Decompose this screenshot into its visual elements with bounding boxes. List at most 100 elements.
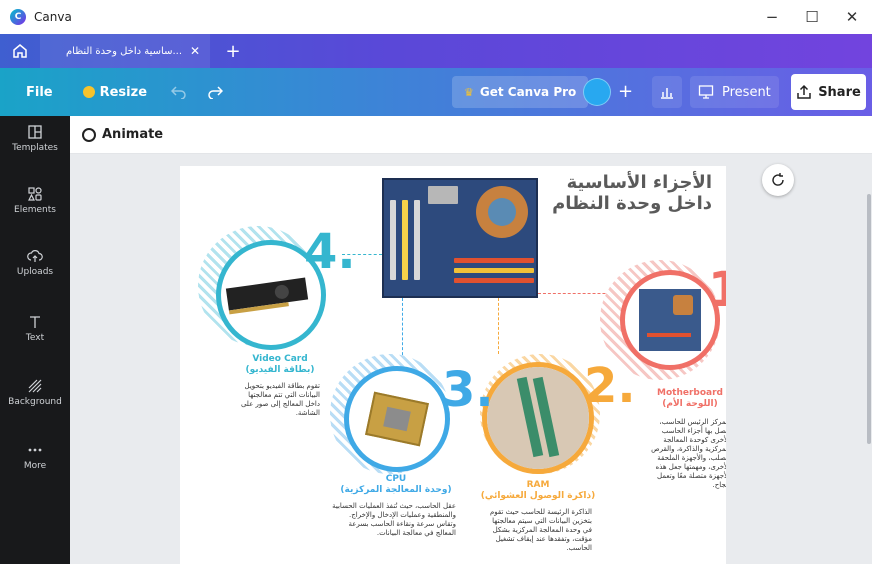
- pci-slot: [414, 200, 420, 280]
- canva-logo-icon: C: [10, 9, 26, 25]
- part-3-description: عقل الحاسب، حيث تُنفذ العمليات الحسابية …: [332, 502, 456, 537]
- tab-close-icon[interactable]: ✕: [188, 44, 202, 58]
- sidebar-item-text[interactable]: Text: [0, 314, 70, 343]
- sidebar-item-more[interactable]: More: [0, 442, 70, 471]
- pci-slot: [390, 200, 396, 280]
- part-2-title-ar: (ذاكرة الوصول العشوائي): [480, 491, 596, 501]
- tab-design[interactable]: ...ساسية داخل وحدة النظام ✕: [40, 34, 210, 68]
- share-button[interactable]: Share: [791, 74, 866, 110]
- left-sidebar: Templates Elements Uploads Text Backgrou…: [0, 116, 70, 564]
- cpu-thumbnail: [365, 391, 429, 447]
- redo-icon: [208, 86, 224, 99]
- user-avatar[interactable]: [583, 78, 611, 106]
- share-icon: [797, 84, 811, 99]
- sidebar-item-templates[interactable]: Templates: [0, 124, 70, 153]
- canva-window: C Canva − ☐ ✕ ...ساسية داخل وحدة النظام …: [0, 0, 872, 564]
- cpu-die: [383, 406, 411, 432]
- sidebar-item-background[interactable]: Background: [0, 378, 70, 407]
- templates-icon: [28, 125, 42, 139]
- animate-icon: [82, 127, 96, 142]
- present-label: Present: [722, 84, 771, 100]
- background-icon: [28, 379, 42, 393]
- io-ports: [428, 186, 458, 204]
- part-4-title-ar: (بطاقة الفيديو): [245, 365, 315, 375]
- motherboard-thumbnail: [639, 289, 701, 351]
- part-2-description: الذاكرة الرئيسة للحاسب حيث تقوم بتخزين ا…: [489, 508, 592, 552]
- tab-bar: ...ساسية داخل وحدة النظام ✕ +: [0, 34, 872, 68]
- ram-slot: [454, 278, 534, 283]
- undo-button[interactable]: [169, 82, 189, 102]
- close-button[interactable]: ✕: [832, 0, 872, 34]
- present-icon: [698, 85, 714, 99]
- undo-icon: [171, 86, 186, 99]
- vertical-scrollbar[interactable]: [866, 154, 872, 564]
- share-label: Share: [818, 84, 861, 100]
- video-card-thumbnail: [225, 277, 309, 315]
- refresh-comment-icon: [772, 173, 784, 186]
- motherboard-circle[interactable]: [620, 270, 720, 370]
- cpu-circle[interactable]: [344, 366, 450, 472]
- window-controls: − ☐ ✕: [752, 0, 872, 34]
- elements-icon: [28, 187, 42, 201]
- gpu-fan: [273, 284, 290, 300]
- part-4-title: Video Card (بطاقة الفيديو): [240, 354, 320, 376]
- sidebar-label-uploads: Uploads: [16, 267, 54, 277]
- title-line-1: الأجزاء الأساسية: [566, 172, 712, 193]
- ram-circle[interactable]: [482, 362, 594, 474]
- part-2-title-en: RAM: [526, 480, 550, 490]
- ram-slot: [454, 268, 534, 273]
- add-collaborator-button[interactable]: +: [618, 80, 633, 104]
- app-title: Canva: [34, 10, 72, 24]
- part-3-title-en: CPU: [385, 474, 407, 484]
- uploads-icon: [27, 250, 43, 262]
- resize-label: Resize: [99, 84, 148, 100]
- part-1-number: 1.: [708, 262, 726, 318]
- connector-line-3: [402, 298, 403, 360]
- animate-label: Animate: [102, 127, 164, 142]
- file-menu[interactable]: File: [26, 85, 53, 100]
- get-pro-label: Get Canva Pro: [479, 85, 577, 99]
- editor-toolbar: File Resize ♛ Get Canva Pro + Present Sh…: [0, 68, 872, 116]
- connector-line-2: [498, 298, 499, 354]
- more-icon: [28, 448, 42, 452]
- motherboard-photo[interactable]: [382, 178, 538, 298]
- pci-slot: [402, 200, 408, 280]
- get-canva-pro-button[interactable]: ♛ Get Canva Pro: [452, 76, 589, 108]
- sidebar-label-background: Background: [8, 397, 62, 407]
- minimize-button[interactable]: −: [752, 0, 792, 34]
- bar-chart-icon: [661, 88, 673, 99]
- new-tab-button[interactable]: +: [216, 34, 250, 68]
- part-3-number: 3.: [442, 362, 494, 418]
- heatsink-detail: [673, 295, 693, 315]
- resize-button[interactable]: Resize: [82, 84, 148, 100]
- maximize-button[interactable]: ☐: [792, 0, 832, 34]
- page-title[interactable]: الأجزاء الأساسية داخل وحدة النظام: [552, 172, 712, 214]
- part-4-description: تقوم بطاقة الفيديو بتحويل البيانات التي …: [240, 382, 320, 417]
- sidebar-item-uploads[interactable]: Uploads: [0, 248, 70, 277]
- design-page[interactable]: الأجزاء الأساسية داخل وحدة النظام 1 Moth…: [180, 166, 726, 564]
- redo-button[interactable]: [205, 82, 225, 102]
- part-4-number: 4.: [304, 224, 356, 280]
- part-1-description: المركز الرئيس للحاسب، تتصل بها أجزاء الح…: [651, 418, 726, 489]
- scrollbar-thumb[interactable]: [867, 194, 871, 444]
- crown-icon: [82, 86, 95, 98]
- sidebar-label-text: Text: [25, 333, 45, 343]
- gpu-connector: [228, 302, 289, 315]
- part-1-title: Motherboard (اللوحة الأم): [650, 388, 726, 410]
- title-line-2: داخل وحدة النظام: [552, 193, 712, 214]
- part-1-title-en: Motherboard: [657, 388, 723, 398]
- canvas-area: الأجزاء الأساسية داخل وحدة النظام 1 Moth…: [70, 154, 872, 564]
- tab-label: ...ساسية داخل وحدة النظام: [65, 45, 182, 57]
- part-2-title: RAM (ذاكرة الوصول العشوائي): [480, 480, 596, 502]
- insights-button[interactable]: [652, 76, 682, 108]
- regenerate-button[interactable]: [762, 164, 794, 196]
- animate-button[interactable]: Animate: [82, 127, 163, 142]
- sidebar-item-elements[interactable]: Elements: [0, 186, 70, 215]
- ram-detail: [647, 333, 691, 337]
- home-button[interactable]: [0, 34, 40, 68]
- present-button[interactable]: Present: [690, 76, 779, 108]
- part-1-title-ar: (اللوحة الأم): [662, 399, 718, 409]
- context-toolbar: Animate: [70, 116, 872, 154]
- sidebar-label-more: More: [23, 461, 47, 471]
- crown-icon: ♛: [464, 85, 474, 99]
